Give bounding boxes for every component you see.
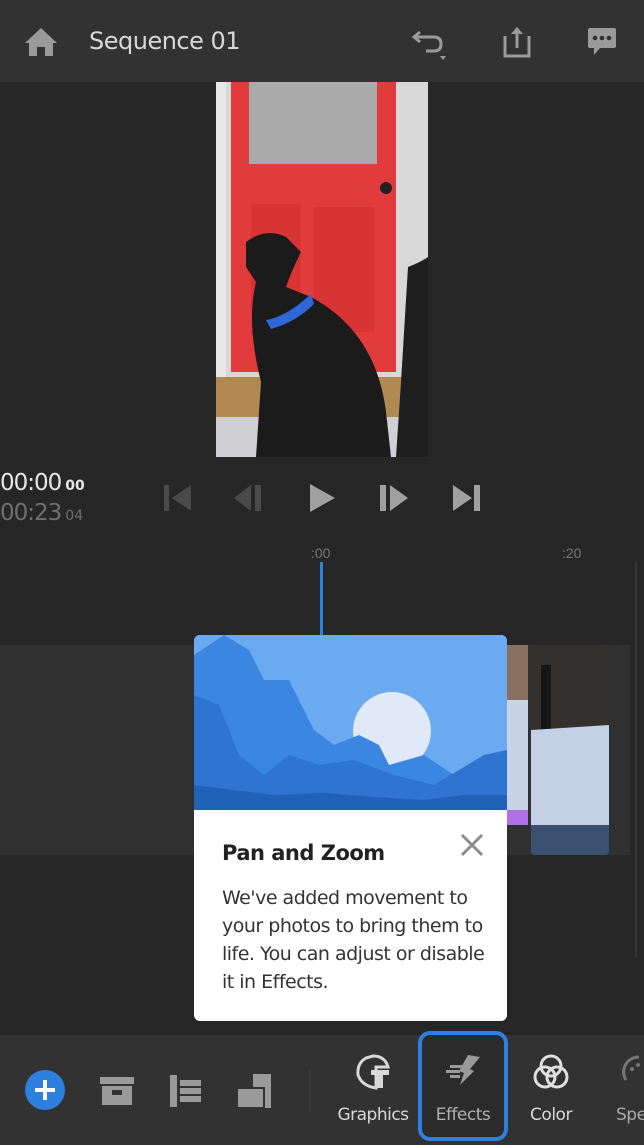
add-media-button[interactable] bbox=[24, 1069, 66, 1116]
transform-button[interactable] bbox=[236, 1073, 272, 1114]
duration-time: 00:23 bbox=[0, 500, 62, 526]
ruler-mark-20: :20 bbox=[562, 545, 582, 561]
duration-frames: 04 bbox=[65, 508, 84, 524]
popup-body: We've added movement to your photos to b… bbox=[222, 887, 485, 993]
timeline-clip[interactable] bbox=[531, 645, 609, 855]
step-back-icon bbox=[234, 485, 261, 511]
effects-icon bbox=[446, 1055, 480, 1085]
plus-icon bbox=[25, 1070, 65, 1110]
timeline-clip[interactable] bbox=[505, 645, 528, 825]
feedback-icon bbox=[588, 28, 616, 55]
preview-frame-image bbox=[216, 82, 428, 457]
align-left-icon bbox=[170, 1075, 201, 1107]
step-forward-button[interactable] bbox=[376, 480, 412, 516]
playhead[interactable] bbox=[320, 562, 323, 642]
current-frames: 00 bbox=[65, 478, 85, 494]
clip-thumbnail bbox=[531, 645, 609, 855]
ruler-mark-00: :00 bbox=[311, 545, 331, 561]
top-bar: Sequence 01 bbox=[0, 0, 644, 82]
play-button[interactable] bbox=[304, 480, 340, 516]
feedback-button[interactable] bbox=[582, 22, 622, 62]
duration-timecode: 00:23 04 bbox=[0, 500, 83, 526]
toolbar-divider bbox=[309, 1070, 311, 1112]
crop-layers-icon bbox=[236, 1074, 271, 1109]
go-to-end-icon bbox=[453, 485, 480, 511]
clip-thumbnail bbox=[505, 645, 528, 825]
speed-icon bbox=[622, 1055, 640, 1081]
go-to-start-icon bbox=[164, 485, 191, 511]
tool-label: Effects bbox=[435, 1105, 491, 1125]
tool-label: Graphics bbox=[337, 1105, 409, 1125]
step-forward-icon bbox=[380, 485, 408, 511]
step-back-button[interactable] bbox=[231, 480, 267, 516]
play-icon bbox=[310, 484, 335, 512]
home-button[interactable] bbox=[21, 22, 61, 62]
undo-button[interactable] bbox=[410, 22, 450, 62]
align-button[interactable] bbox=[169, 1074, 203, 1113]
sequence-title: Sequence 01 bbox=[89, 27, 241, 55]
color-icon bbox=[533, 1054, 569, 1089]
close-button[interactable] bbox=[458, 831, 486, 859]
mountain-illustration bbox=[194, 635, 507, 810]
tool-effects[interactable]: Effects bbox=[418, 1031, 508, 1141]
popup-title: Pan and Zoom bbox=[222, 841, 385, 865]
graphics-icon bbox=[356, 1054, 390, 1090]
share-icon bbox=[503, 27, 531, 58]
share-button[interactable] bbox=[497, 22, 537, 62]
home-icon bbox=[25, 28, 57, 56]
current-time: 00:00 bbox=[0, 470, 62, 496]
tool-label: Color bbox=[530, 1105, 572, 1125]
tool-color[interactable]: Color bbox=[508, 1045, 594, 1137]
timeline-end-marker bbox=[635, 562, 637, 957]
current-timecode: 00:00 00 bbox=[0, 470, 85, 496]
close-icon bbox=[460, 833, 484, 857]
archive-box-icon bbox=[100, 1077, 134, 1105]
tool-graphics[interactable]: Graphics bbox=[330, 1045, 416, 1137]
tool-speed[interactable]: Spe bbox=[600, 1045, 644, 1137]
video-preview[interactable] bbox=[216, 82, 428, 457]
go-to-start-button[interactable] bbox=[160, 480, 196, 516]
pan-and-zoom-popup: Pan and Zoom We've added movement to you… bbox=[194, 635, 507, 1021]
undo-icon bbox=[411, 30, 446, 60]
project-assets-button[interactable] bbox=[99, 1075, 135, 1112]
go-to-end-button[interactable] bbox=[448, 480, 484, 516]
tool-label: Spe bbox=[616, 1105, 644, 1125]
